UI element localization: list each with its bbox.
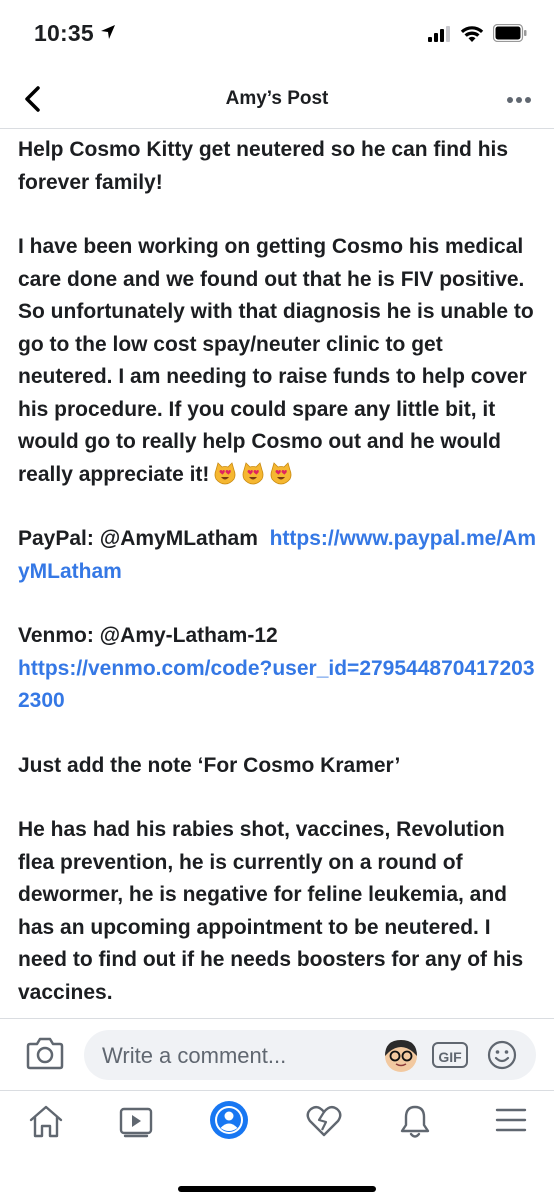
post-paragraph-last: He has had his rabies shot, vaccines, Re…: [18, 818, 524, 1004]
gif-button[interactable]: GIF: [432, 1042, 468, 1068]
paypal-label: PayPal: @AmyMLatham: [18, 527, 258, 550]
cellular-signal-icon: [428, 26, 450, 42]
paypal-section: PayPal: @AmyMLatham https://www.paypal.m…: [18, 523, 543, 588]
venmo-section: Venmo: @Amy-Latham-12 https://venmo.com/c…: [18, 620, 543, 718]
home-indicator: [178, 1186, 376, 1192]
more-options-icon[interactable]: [506, 96, 532, 104]
page-title: Amy’s Post: [225, 88, 329, 109]
comment-input[interactable]: Write a comment... GIF: [84, 1030, 536, 1080]
watch-icon[interactable]: [116, 1103, 156, 1139]
dating-heart-icon[interactable]: [305, 1103, 343, 1139]
heart-eyes-cat-emoji-icon: [271, 461, 292, 484]
heart-eyes-cat-emoji-group: [209, 461, 293, 486]
comment-placeholder: Write a comment...: [102, 1043, 287, 1068]
post-paragraph-text: I have been working on getting Cosmo his…: [18, 235, 534, 486]
avatar-sticker-icon[interactable]: [383, 1038, 419, 1074]
post-body: Help Cosmo Kitty get neutered so he can …: [18, 134, 543, 1014]
heart-eyes-cat-emoji-icon: [243, 461, 264, 484]
camera-icon[interactable]: [26, 1036, 64, 1070]
nav-bar: Amy’s Post: [0, 70, 554, 129]
menu-icon[interactable]: [494, 1103, 528, 1137]
status-time: 10:35: [34, 20, 94, 46]
location-arrow-icon: [101, 25, 115, 39]
home-icon[interactable]: [27, 1103, 65, 1139]
wifi-icon: [460, 26, 484, 42]
venmo-label: Venmo: @Amy-Latham-12: [18, 624, 278, 647]
battery-icon: [493, 24, 527, 42]
note-line: Just add the note ‘For Cosmo Kramer’: [18, 753, 401, 777]
emoji-smile-icon[interactable]: [486, 1039, 518, 1071]
post-headline: Help Cosmo Kitty get neutered so he can …: [18, 138, 509, 194]
heart-eyes-cat-emoji-icon: [215, 461, 236, 484]
post-paragraph: I have been working on getting Cosmo his…: [18, 231, 543, 491]
profile-icon[interactable]: [208, 1099, 250, 1141]
tab-bar: [0, 1090, 554, 1201]
comment-bar: Write a comment... GIF: [0, 1018, 554, 1091]
status-bar: 10:35: [0, 0, 554, 70]
notifications-bell-icon[interactable]: [397, 1103, 433, 1141]
venmo-link[interactable]: https://venmo.com/code?user_id=279544870…: [18, 657, 535, 713]
